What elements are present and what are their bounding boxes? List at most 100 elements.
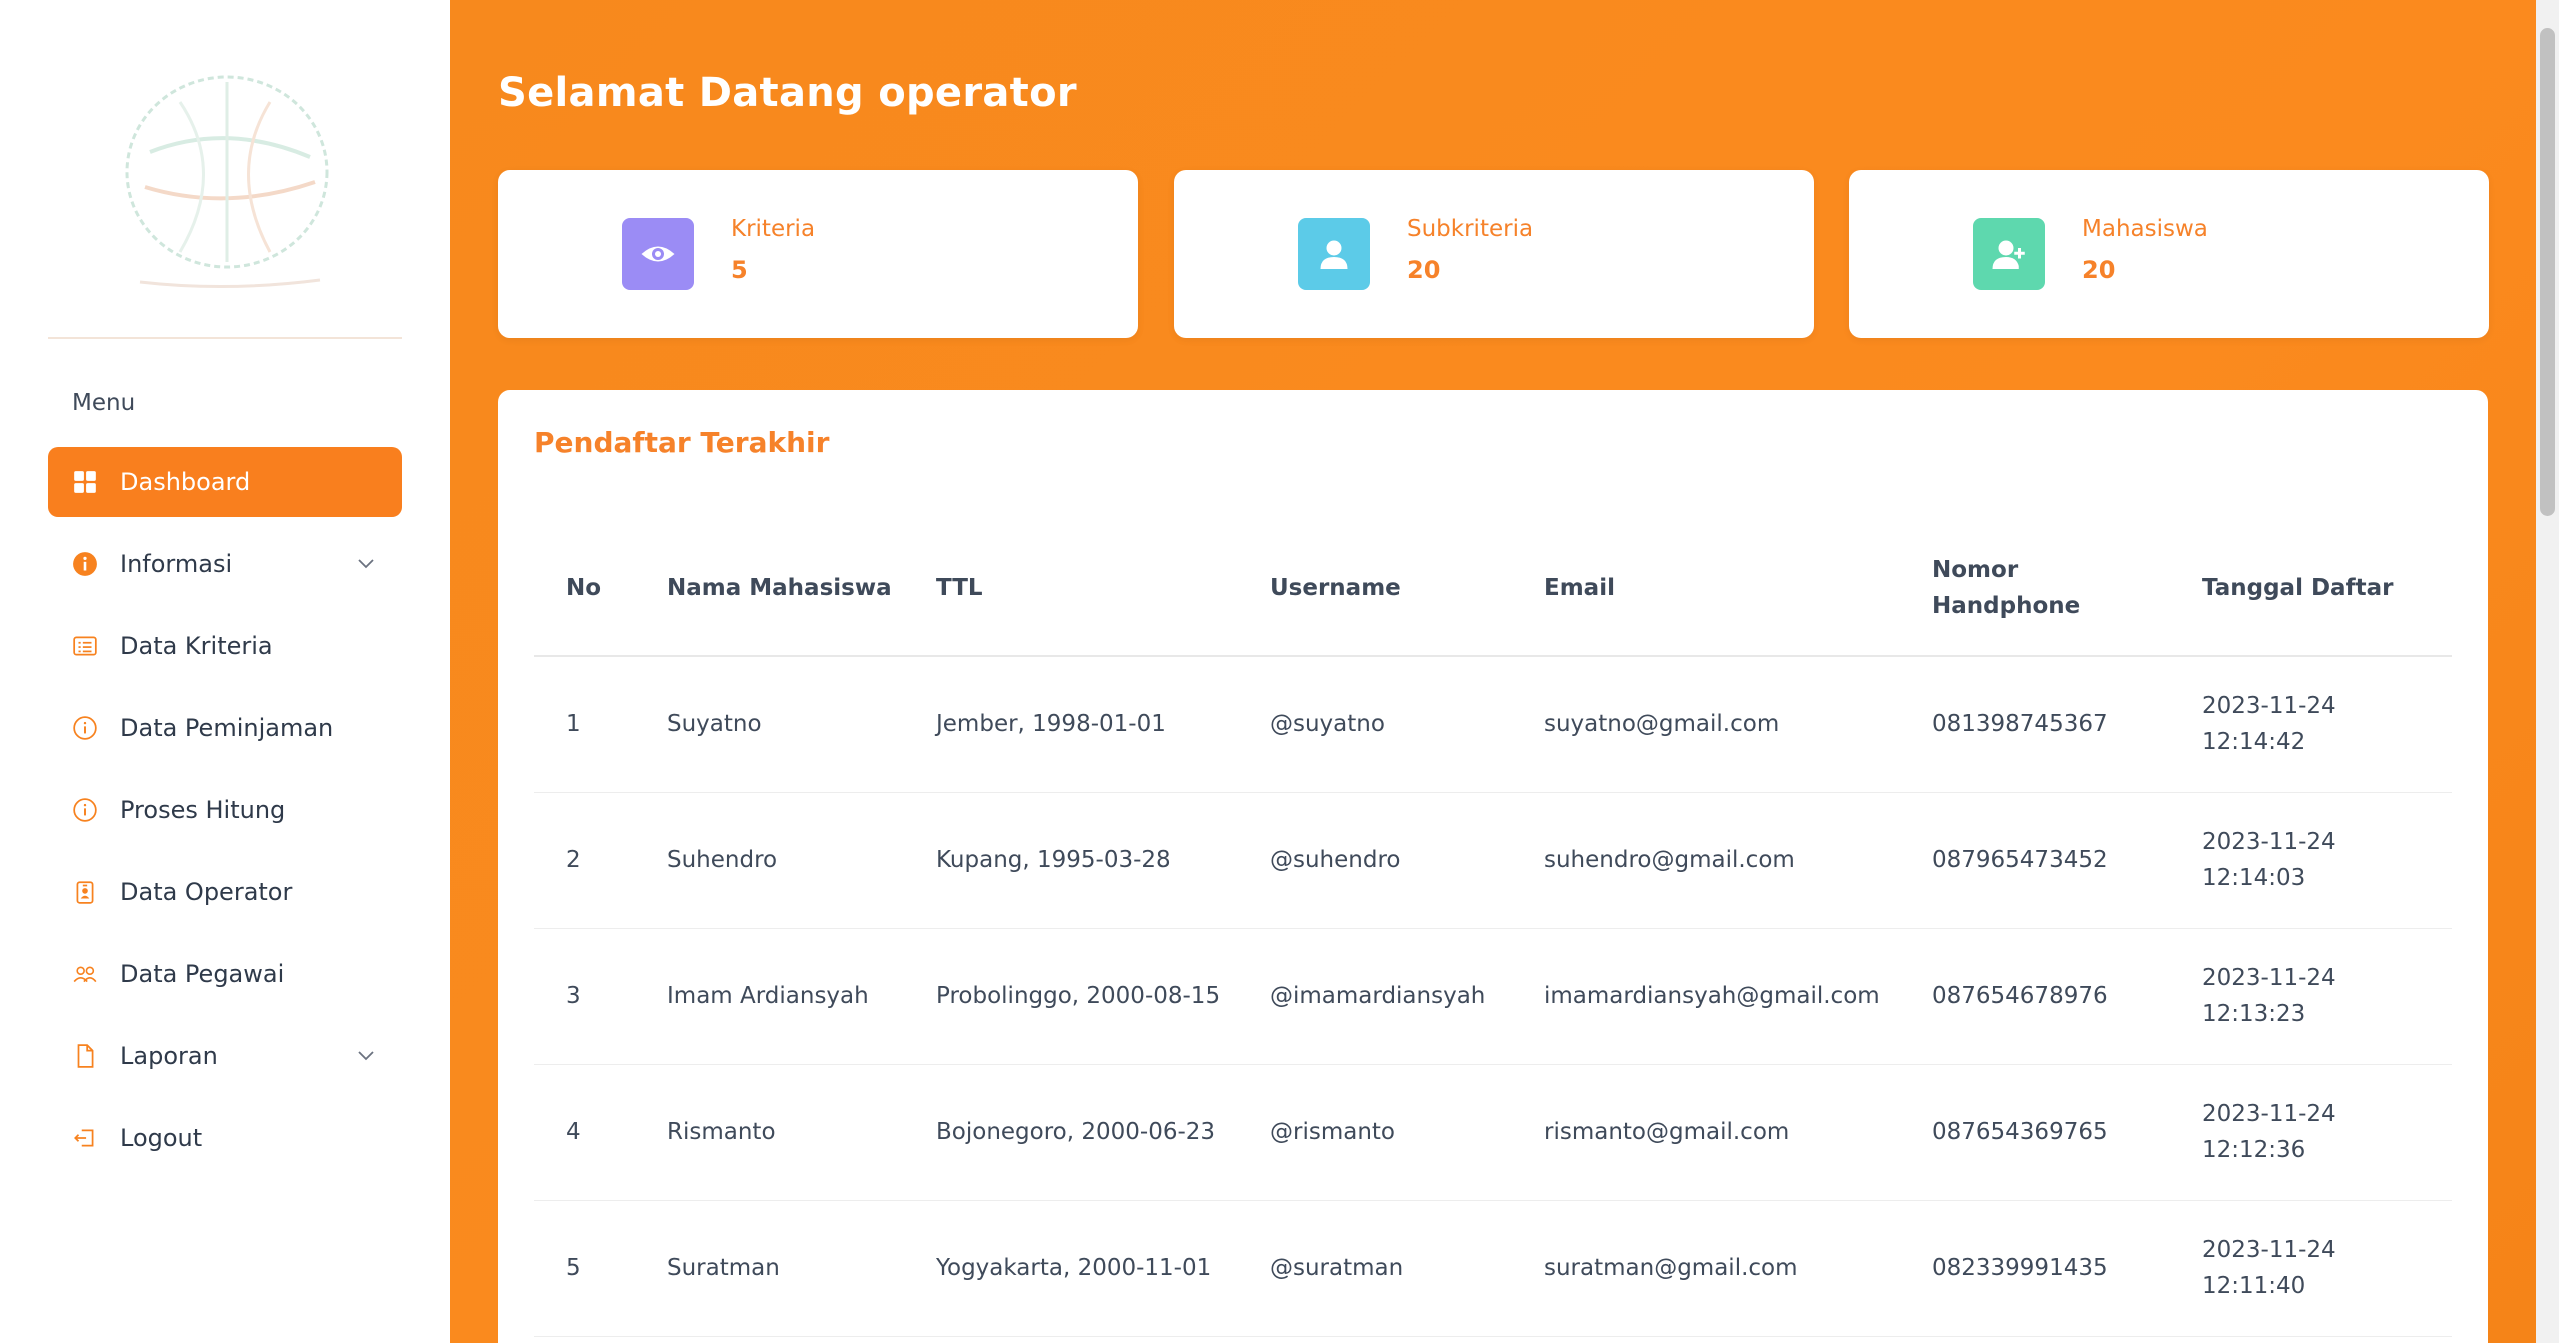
user-plus-icon <box>1973 218 2045 290</box>
cell-phone: 082339991435 <box>1924 1200 2194 1337</box>
column-header: Nama Mahasiswa <box>659 520 928 657</box>
stat-value: 5 <box>731 256 748 284</box>
cell-phone: 087654369765 <box>1924 1064 2194 1201</box>
list-card-icon <box>72 633 98 659</box>
sidebar-item-label: Data Operator <box>120 878 293 906</box>
chevron-down-icon[interactable] <box>356 553 376 573</box>
sidebar-item-label: Informasi <box>120 550 233 578</box>
cell-name: Suhendro <box>659 792 928 929</box>
cell-phone: 087654678976 <box>1924 928 2194 1065</box>
sidebar-item-data-operator[interactable]: Data Operator <box>48 857 402 927</box>
cell-username: @rismanto <box>1262 1064 1536 1201</box>
page-title: Selamat Datang operator <box>498 70 1077 116</box>
cell-email: suhendro@gmail.com <box>1536 792 1924 929</box>
cell-email: imamardiansyah@gmail.com <box>1536 928 1924 1065</box>
cell-name: Rismanto <box>659 1064 928 1201</box>
sidebar-item-data-peminjaman[interactable]: Data Peminjaman <box>48 693 402 763</box>
file-icon <box>72 1043 98 1069</box>
stat-value: 20 <box>2082 256 2116 284</box>
cell-email: rismanto@gmail.com <box>1536 1064 1924 1201</box>
cell-no: 3 <box>534 928 659 1065</box>
cell-registered-date: 2023-11-24 12:12:36 <box>2194 1064 2452 1201</box>
chevron-down-icon[interactable] <box>356 1045 376 1065</box>
table-row: 3 Imam Ardiansyah Probolinggo, 2000-08-1… <box>534 928 2452 1065</box>
column-header: Tanggal Daftar <box>2194 520 2452 657</box>
cell-ttl: Yogyakarta, 2000-11-01 <box>928 1200 1262 1337</box>
sidebar-item-data-pegawai[interactable]: Data Pegawai <box>48 939 402 1009</box>
cell-email: suratman@gmail.com <box>1536 1200 1924 1337</box>
cell-ttl: Probolinggo, 2000-08-15 <box>928 928 1262 1065</box>
cell-username: @suyatno <box>1262 656 1536 793</box>
cell-name: Imam Ardiansyah <box>659 928 928 1065</box>
cell-no: 5 <box>534 1200 659 1337</box>
cell-registered-date: 2023-11-24 12:13:23 <box>2194 928 2452 1065</box>
cell-username: @imamardiansyah <box>1262 928 1536 1065</box>
cell-username: @suhendro <box>1262 792 1536 929</box>
sidebar-item-label: Laporan <box>120 1042 218 1070</box>
sidebar-item-label: Dashboard <box>120 468 251 496</box>
sidebar-item-proses-hitung[interactable]: Proses Hitung <box>48 775 402 845</box>
stat-label: Kriteria <box>731 216 816 242</box>
scrollbar-thumb[interactable] <box>2540 28 2555 516</box>
cell-name: Suratman <box>659 1200 928 1337</box>
table-row: 1 Suyatno Jember, 1998-01-01 @suyatno su… <box>534 656 2452 793</box>
stat-value: 20 <box>1407 256 1441 284</box>
column-header: Nomor Handphone <box>1924 520 2194 657</box>
sidebar-item-data-kriteria[interactable]: Data Kriteria <box>48 611 402 681</box>
registrants-table: No Nama Mahasiswa TTL Username Email Nom… <box>534 520 2452 1337</box>
cell-phone: 081398745367 <box>1924 656 2194 793</box>
info-filled-icon <box>72 551 98 577</box>
stat-card-mahasiswa[interactable]: Mahasiswa 20 <box>1849 170 2489 338</box>
cell-phone: 087965473452 <box>1924 792 2194 929</box>
cell-registered-date: 2023-11-24 12:14:03 <box>2194 792 2452 929</box>
sidebar-item-label: Logout <box>120 1124 203 1152</box>
column-header: Username <box>1262 520 1536 657</box>
table-header-row: No Nama Mahasiswa TTL Username Email Nom… <box>534 520 2452 657</box>
cell-name: Suyatno <box>659 656 928 793</box>
menu-title: Menu <box>72 390 136 416</box>
column-header: TTL <box>928 520 1262 657</box>
column-header: Email <box>1536 520 1924 657</box>
id-badge-icon <box>72 879 98 905</box>
cell-ttl: Kupang, 1995-03-28 <box>928 792 1262 929</box>
cell-ttl: Jember, 1998-01-01 <box>928 656 1262 793</box>
logout-icon <box>72 1125 98 1151</box>
sidebar-item-label: Data Pegawai <box>120 960 285 988</box>
sidebar-divider <box>48 337 402 339</box>
sidebar-item-dashboard[interactable]: Dashboard <box>48 447 402 517</box>
cell-ttl: Bojonegoro, 2000-06-23 <box>928 1064 1262 1201</box>
sidebar: Menu Dashboard Informasi Data Kriteria D… <box>0 0 450 1343</box>
page-scrollbar[interactable] <box>2536 0 2559 1343</box>
cell-username: @suratman <box>1262 1200 1536 1337</box>
cell-no: 1 <box>534 656 659 793</box>
table-title: Pendaftar Terakhir <box>534 426 830 459</box>
sidebar-item-informasi[interactable]: Informasi <box>48 529 402 599</box>
cell-registered-date: 2023-11-24 12:14:42 <box>2194 656 2452 793</box>
stat-label: Subkriteria <box>1407 216 1534 242</box>
sidebar-item-label: Data Kriteria <box>120 632 273 660</box>
cell-registered-date: 2023-11-24 12:11:40 <box>2194 1200 2452 1337</box>
sidebar-item-label: Data Peminjaman <box>120 714 334 742</box>
table-row: 2 Suhendro Kupang, 1995-03-28 @suhendro … <box>534 792 2452 929</box>
cell-no: 4 <box>534 1064 659 1201</box>
grid-icon <box>72 469 98 495</box>
stat-label: Mahasiswa <box>2082 216 2208 242</box>
stat-card-kriteria[interactable]: Kriteria 5 <box>498 170 1138 338</box>
stat-card-subkriteria[interactable]: Subkriteria 20 <box>1174 170 1814 338</box>
user-icon <box>1298 218 1370 290</box>
recent-registrants-card: Pendaftar Terakhir No Nama Mahasiswa TTL… <box>498 390 2488 1343</box>
main-content: Selamat Datang operator Kriteria 5 Subkr… <box>450 0 2536 1343</box>
eye-icon <box>622 218 694 290</box>
table-row: 5 Suratman Yogyakarta, 2000-11-01 @surat… <box>534 1200 2452 1337</box>
cell-email: suyatno@gmail.com <box>1536 656 1924 793</box>
logo <box>120 62 335 300</box>
sidebar-item-laporan[interactable]: Laporan <box>48 1021 402 1091</box>
column-header: No <box>534 520 659 657</box>
cell-no: 2 <box>534 792 659 929</box>
info-icon <box>72 797 98 823</box>
table-row: 4 Rismanto Bojonegoro, 2000-06-23 @risma… <box>534 1064 2452 1201</box>
users-icon <box>72 961 98 987</box>
info-icon <box>72 715 98 741</box>
sidebar-item-logout[interactable]: Logout <box>48 1103 402 1173</box>
sidebar-item-label: Proses Hitung <box>120 796 286 824</box>
